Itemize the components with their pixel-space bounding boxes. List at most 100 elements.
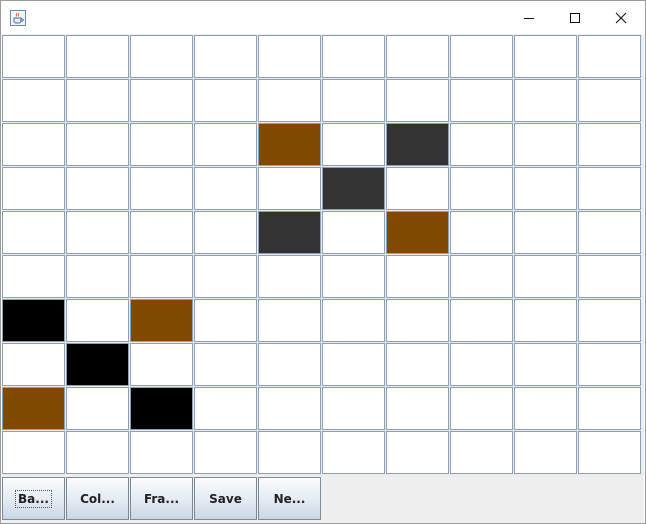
grid-cell[interactable] xyxy=(258,35,321,78)
grid-cell[interactable] xyxy=(258,387,321,430)
grid-cell[interactable] xyxy=(514,387,577,430)
grid-cell[interactable] xyxy=(450,167,513,210)
col-button[interactable]: Col... xyxy=(66,477,129,520)
grid-cell[interactable] xyxy=(322,299,385,342)
grid-cell[interactable] xyxy=(322,35,385,78)
grid-cell[interactable] xyxy=(514,431,577,474)
grid-cell[interactable] xyxy=(130,387,193,430)
grid-cell[interactable] xyxy=(386,343,449,386)
grid-cell[interactable] xyxy=(450,123,513,166)
grid-cell[interactable] xyxy=(386,123,449,166)
grid-cell[interactable] xyxy=(2,387,65,430)
grid-cell[interactable] xyxy=(194,167,257,210)
grid-cell[interactable] xyxy=(194,299,257,342)
grid-cell[interactable] xyxy=(514,343,577,386)
grid-cell[interactable] xyxy=(386,79,449,122)
grid-cell[interactable] xyxy=(450,299,513,342)
grid-cell[interactable] xyxy=(66,167,129,210)
grid-cell[interactable] xyxy=(130,431,193,474)
grid-cell[interactable] xyxy=(2,123,65,166)
grid-cell[interactable] xyxy=(322,431,385,474)
grid-cell[interactable] xyxy=(130,167,193,210)
grid-cell[interactable] xyxy=(450,211,513,254)
grid-cell[interactable] xyxy=(66,431,129,474)
ba-button[interactable]: Ba... xyxy=(2,477,65,520)
grid-cell[interactable] xyxy=(578,299,641,342)
grid-cell[interactable] xyxy=(322,167,385,210)
grid-cell[interactable] xyxy=(322,211,385,254)
grid-cell[interactable] xyxy=(514,299,577,342)
grid-cell[interactable] xyxy=(66,211,129,254)
grid-cell[interactable] xyxy=(514,123,577,166)
grid-cell[interactable] xyxy=(258,343,321,386)
grid-cell[interactable] xyxy=(386,387,449,430)
grid-cell[interactable] xyxy=(578,387,641,430)
save-button[interactable]: Save xyxy=(194,477,257,520)
ne-button[interactable]: Ne... xyxy=(258,477,321,520)
grid-cell[interactable] xyxy=(322,79,385,122)
grid-cell[interactable] xyxy=(194,343,257,386)
grid-cell[interactable] xyxy=(386,255,449,298)
grid-cell[interactable] xyxy=(66,343,129,386)
grid-cell[interactable] xyxy=(258,299,321,342)
grid-cell[interactable] xyxy=(450,35,513,78)
grid-cell[interactable] xyxy=(130,255,193,298)
grid-cell[interactable] xyxy=(322,123,385,166)
grid-cell[interactable] xyxy=(66,387,129,430)
grid-cell[interactable] xyxy=(578,343,641,386)
grid-cell[interactable] xyxy=(130,211,193,254)
grid-cell[interactable] xyxy=(130,35,193,78)
grid-cell[interactable] xyxy=(258,123,321,166)
grid-cell[interactable] xyxy=(258,167,321,210)
grid-cell[interactable] xyxy=(2,79,65,122)
grid-cell[interactable] xyxy=(130,123,193,166)
grid-cell[interactable] xyxy=(130,299,193,342)
grid-cell[interactable] xyxy=(322,387,385,430)
grid-cell[interactable] xyxy=(2,255,65,298)
close-button[interactable] xyxy=(598,1,644,34)
grid-cell[interactable] xyxy=(66,299,129,342)
grid-cell[interactable] xyxy=(450,387,513,430)
grid-cell[interactable] xyxy=(66,123,129,166)
title-bar[interactable] xyxy=(1,1,645,34)
grid-cell[interactable] xyxy=(66,79,129,122)
grid-cell[interactable] xyxy=(258,431,321,474)
grid-cell[interactable] xyxy=(578,255,641,298)
grid-cell[interactable] xyxy=(578,123,641,166)
grid-cell[interactable] xyxy=(2,431,65,474)
grid-cell[interactable] xyxy=(450,255,513,298)
grid-cell[interactable] xyxy=(322,255,385,298)
grid-cell[interactable] xyxy=(2,35,65,78)
grid-cell[interactable] xyxy=(194,123,257,166)
grid-cell[interactable] xyxy=(450,343,513,386)
grid-cell[interactable] xyxy=(514,35,577,78)
minimize-button[interactable] xyxy=(506,1,552,34)
grid-cell[interactable] xyxy=(194,211,257,254)
grid-cell[interactable] xyxy=(194,387,257,430)
grid-cell[interactable] xyxy=(514,167,577,210)
grid-cell[interactable] xyxy=(578,431,641,474)
grid-cell[interactable] xyxy=(386,431,449,474)
grid-cell[interactable] xyxy=(258,255,321,298)
grid-cell[interactable] xyxy=(386,35,449,78)
grid-cell[interactable] xyxy=(2,299,65,342)
grid-cell[interactable] xyxy=(66,255,129,298)
grid-cell[interactable] xyxy=(2,211,65,254)
grid-cell[interactable] xyxy=(2,343,65,386)
grid-cell[interactable] xyxy=(322,343,385,386)
grid-cell[interactable] xyxy=(258,79,321,122)
fra-button[interactable]: Fra... xyxy=(130,477,193,520)
maximize-button[interactable] xyxy=(552,1,598,34)
grid-cell[interactable] xyxy=(578,79,641,122)
grid-cell[interactable] xyxy=(194,431,257,474)
grid-cell[interactable] xyxy=(386,167,449,210)
grid-cell[interactable] xyxy=(258,211,321,254)
grid-cell[interactable] xyxy=(194,79,257,122)
grid-cell[interactable] xyxy=(194,255,257,298)
grid-cell[interactable] xyxy=(194,35,257,78)
grid-cell[interactable] xyxy=(2,167,65,210)
grid-cell[interactable] xyxy=(450,79,513,122)
grid-cell[interactable] xyxy=(578,167,641,210)
grid-cell[interactable] xyxy=(514,211,577,254)
grid-cell[interactable] xyxy=(514,255,577,298)
